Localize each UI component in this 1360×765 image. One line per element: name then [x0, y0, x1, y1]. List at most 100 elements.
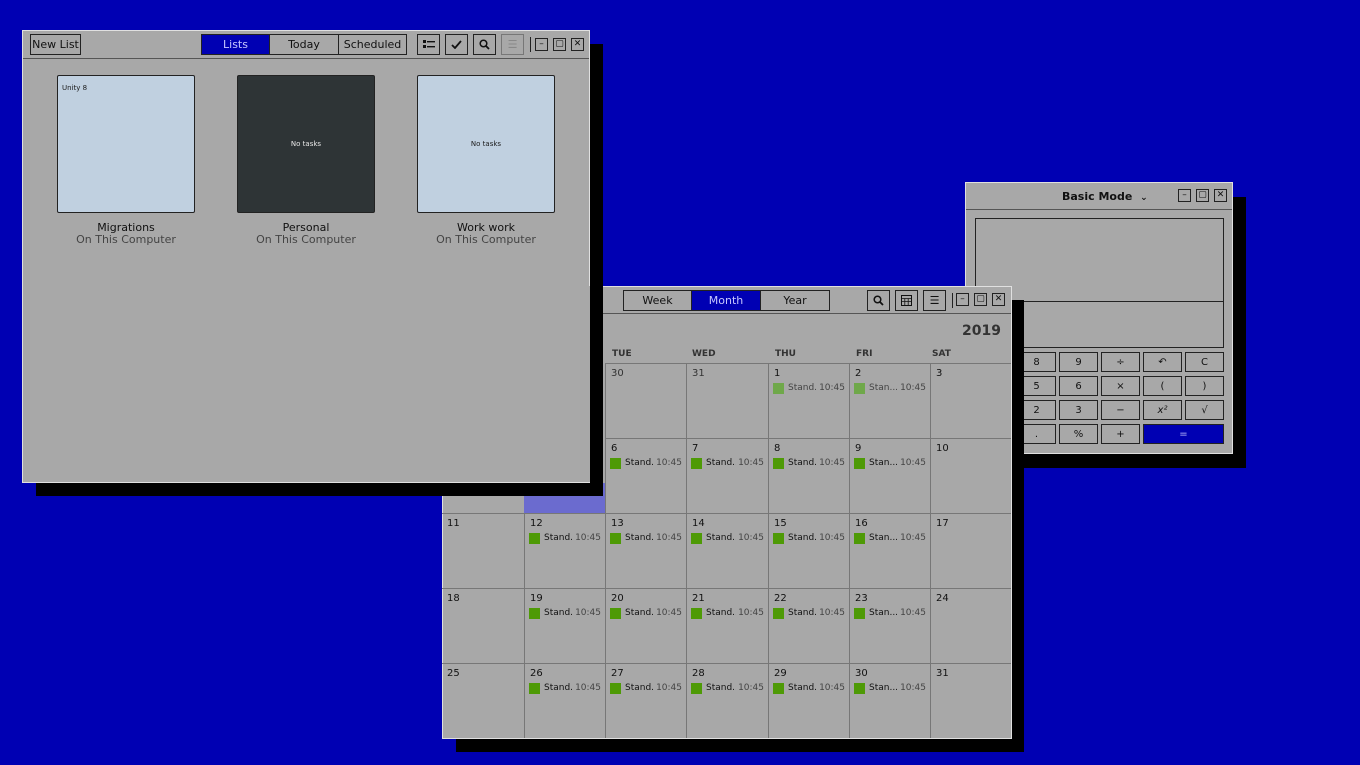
tab-week[interactable]: Week: [624, 291, 692, 310]
event-item[interactable]: Stan... 10:45: [854, 382, 926, 394]
key-9[interactable]: 9: [1059, 352, 1098, 372]
event-item[interactable]: Stand...10:45: [773, 532, 845, 544]
search-button[interactable]: [867, 290, 890, 311]
day-cell[interactable]: 14 Stand...10:45: [686, 513, 768, 588]
day-cell[interactable]: 13 Stand...10:45: [605, 513, 686, 588]
event-item[interactable]: Stand...10:45: [691, 607, 764, 619]
event-item[interactable]: Stan... 10:45: [854, 457, 926, 469]
event-item[interactable]: Stand...10:45: [773, 382, 845, 394]
day-cell[interactable]: 20 Stand...10:45: [605, 588, 686, 663]
day-cell[interactable]: 24: [930, 588, 1011, 663]
key-open-paren[interactable]: (: [1143, 376, 1182, 396]
event-item[interactable]: Stand...10:45: [691, 532, 764, 544]
menu-button[interactable]: ☰: [501, 34, 524, 55]
day-cell[interactable]: 19 Stand...10:45: [524, 588, 605, 663]
maximize-icon: ▢: [1198, 190, 1207, 200]
day-cell[interactable]: 3: [930, 363, 1011, 438]
day-cell[interactable]: 2 Stan... 10:45: [849, 363, 930, 438]
day-cell[interactable]: 30 Stan... 10:45: [849, 663, 930, 738]
list-card-personal[interactable]: No tasks: [237, 75, 375, 213]
day-cell[interactable]: 21 Stand...10:45: [686, 588, 768, 663]
event-item[interactable]: Stand...10:45: [529, 607, 601, 619]
weekday-header: SAT: [932, 349, 951, 359]
day-cell[interactable]: 8 Stand...10:45: [768, 438, 849, 513]
view-toggle-button[interactable]: [417, 34, 440, 55]
maximize-button[interactable]: ▢: [1196, 189, 1209, 202]
day-cell[interactable]: 7 Stand...10:45: [686, 438, 768, 513]
day-cell[interactable]: 17: [930, 513, 1011, 588]
tab-lists[interactable]: Lists: [202, 35, 270, 54]
event-item[interactable]: Stan... 10:45: [854, 532, 926, 544]
day-cell[interactable]: 9 Stan... 10:45: [849, 438, 930, 513]
day-cell[interactable]: 30: [605, 363, 686, 438]
key-3[interactable]: 3: [1059, 400, 1098, 420]
day-cell[interactable]: 22 Stand...10:45: [768, 588, 849, 663]
maximize-button[interactable]: ▢: [974, 293, 987, 306]
key-clear[interactable]: C: [1185, 352, 1224, 372]
tab-month[interactable]: Month: [692, 291, 761, 310]
new-list-button[interactable]: New List: [30, 34, 81, 55]
event-item[interactable]: Stand...10:45: [610, 607, 682, 619]
close-button[interactable]: ✕: [571, 38, 584, 51]
list-card-migrations[interactable]: Unity 8: [57, 75, 195, 213]
calendar-manage-button[interactable]: [895, 290, 918, 311]
key-multiply[interactable]: ×: [1101, 376, 1140, 396]
key-6[interactable]: 6: [1059, 376, 1098, 396]
key-undo[interactable]: ↶: [1143, 352, 1182, 372]
day-cell[interactable]: 23 Stan... 10:45: [849, 588, 930, 663]
event-item[interactable]: Stand...10:45: [691, 682, 764, 694]
day-cell[interactable]: 27 Stand...10:45: [605, 663, 686, 738]
key-divide[interactable]: ÷: [1101, 352, 1140, 372]
day-cell[interactable]: 1 Stand...10:45: [768, 363, 849, 438]
day-cell[interactable]: 16 Stan... 10:45: [849, 513, 930, 588]
event-item[interactable]: Stand...10:45: [773, 607, 845, 619]
minimize-button[interactable]: –: [535, 38, 548, 51]
minimize-icon: –: [960, 294, 965, 304]
close-button[interactable]: ✕: [1214, 189, 1227, 202]
menu-button[interactable]: ☰: [923, 290, 946, 311]
key-equals[interactable]: =: [1143, 424, 1224, 444]
minimize-button[interactable]: –: [1178, 189, 1191, 202]
todo-window-overlap: [442, 286, 602, 483]
minimize-button[interactable]: –: [956, 293, 969, 306]
close-icon: ✕: [573, 39, 582, 49]
day-cell[interactable]: 31: [930, 663, 1011, 738]
close-button[interactable]: ✕: [992, 293, 1005, 306]
day-cell[interactable]: 29 Stand...10:45: [768, 663, 849, 738]
mode-selector[interactable]: Basic Mode ⌄: [1062, 190, 1148, 203]
key-square[interactable]: x²: [1143, 400, 1182, 420]
event-item[interactable]: Stand...10:45: [610, 682, 682, 694]
day-cell[interactable]: 6 Stand...10:45: [605, 438, 686, 513]
event-item[interactable]: Stand...10:45: [773, 682, 845, 694]
event-item[interactable]: Stan... 10:45: [854, 682, 926, 694]
key-close-paren[interactable]: ): [1185, 376, 1224, 396]
event-item[interactable]: Stand...10:45: [773, 457, 845, 469]
search-button[interactable]: [473, 34, 496, 55]
key-subtract[interactable]: −: [1101, 400, 1140, 420]
selection-mode-button[interactable]: [445, 34, 468, 55]
key-sqrt[interactable]: √: [1185, 400, 1224, 420]
tab-scheduled[interactable]: Scheduled: [339, 35, 406, 54]
day-cell[interactable]: 28 Stand...10:45: [686, 663, 768, 738]
key-percent[interactable]: %: [1059, 424, 1098, 444]
maximize-button[interactable]: ▢: [553, 38, 566, 51]
event-item[interactable]: Stand...10:45: [610, 532, 682, 544]
event-item[interactable]: Stand...10:45: [610, 457, 682, 469]
day-cell[interactable]: 25: [442, 663, 524, 738]
day-cell[interactable]: 10: [930, 438, 1011, 513]
day-cell[interactable]: 31: [686, 363, 768, 438]
day-cell[interactable]: 12 Stand...10:45: [524, 513, 605, 588]
tab-today[interactable]: Today: [270, 35, 339, 54]
day-cell[interactable]: 26 Stand...10:45: [524, 663, 605, 738]
list-card-work[interactable]: No tasks: [417, 75, 555, 213]
minimize-icon: –: [1182, 190, 1187, 200]
event-item[interactable]: Stand...10:45: [691, 457, 764, 469]
tab-year[interactable]: Year: [761, 291, 829, 310]
day-cell[interactable]: 15 Stand...10:45: [768, 513, 849, 588]
event-item[interactable]: Stand...10:45: [529, 532, 601, 544]
day-cell[interactable]: 11: [442, 513, 524, 588]
day-cell[interactable]: 18: [442, 588, 524, 663]
key-add[interactable]: +: [1101, 424, 1140, 444]
event-item[interactable]: Stan... 10:45: [854, 607, 926, 619]
event-item[interactable]: Stand...10:45: [529, 682, 601, 694]
